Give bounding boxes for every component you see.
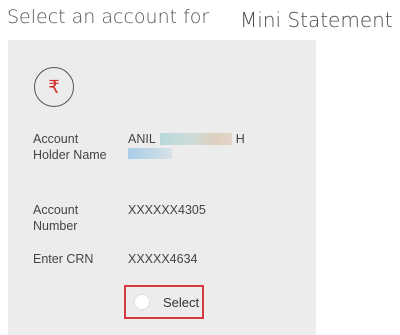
account-number-value: XXXXXX4305	[128, 203, 206, 217]
account-holder-name-end: H	[235, 132, 245, 146]
account-holder-label: Account Holder Name	[33, 132, 107, 162]
crn-row: Enter CRN XXXXX4634	[33, 251, 303, 271]
account-holder-value: ANIL H	[128, 131, 248, 171]
account-card: ₹ Account Holder Name ANIL H Account Num…	[8, 40, 316, 335]
page-title-prefix: Select an account for	[7, 6, 210, 28]
account-holder-row: Account Holder Name ANIL H	[33, 131, 303, 181]
select-label: Select	[163, 294, 200, 310]
crn-label: Enter CRN	[33, 252, 94, 266]
redaction-mask	[159, 133, 232, 145]
account-holder-name-start: ANIL	[128, 132, 156, 146]
rupee-icon: ₹	[34, 67, 74, 107]
select-account-radio-button[interactable]: Select	[124, 285, 204, 319]
account-number-row: Account Number XXXXXX4305	[33, 202, 303, 238]
redaction-mask-line2	[128, 148, 172, 159]
page-title-section: Mini Statement	[240, 8, 393, 32]
account-number-label: Account Number	[33, 203, 79, 233]
currency-symbol: ₹	[48, 76, 60, 98]
radio-icon[interactable]	[134, 294, 150, 310]
crn-value: XXXXX4634	[128, 252, 198, 266]
